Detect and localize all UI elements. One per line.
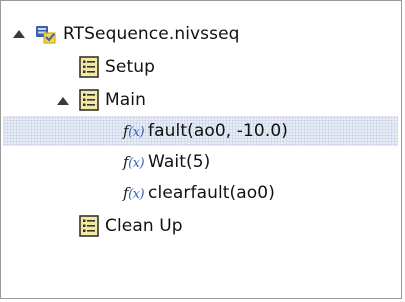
- tree-node-root-label: RTSequence.nivsseq: [63, 24, 240, 44]
- tree-node-step-label: Wait(5): [148, 152, 211, 172]
- tree-node-main[interactable]: Main: [79, 85, 146, 115]
- tree-node-main-label: Main: [105, 90, 146, 110]
- step-list-icon: [79, 56, 99, 78]
- function-icon: f(x): [123, 184, 145, 202]
- function-icon-x: (x): [128, 187, 145, 202]
- tree-node-setup[interactable]: Setup: [79, 52, 155, 82]
- tree-node-root[interactable]: RTSequence.nivsseq: [35, 19, 240, 49]
- sequence-file-icon: [35, 23, 57, 45]
- expander-main-arrow-icon[interactable]: [57, 97, 69, 105]
- tree-node-setup-label: Setup: [105, 57, 155, 77]
- function-icon-x: (x): [128, 125, 145, 140]
- step-list-icon: [79, 215, 99, 237]
- tree-node-step-label: fault(ao0, -10.0): [148, 121, 289, 141]
- expander-root-arrow-icon[interactable]: [13, 30, 25, 38]
- tree-node-cleanup-label: Clean Up: [105, 216, 183, 236]
- tree-node-step-label: clearfault(ao0): [148, 183, 275, 203]
- tree-node-step-fault[interactable]: f(x) fault(ao0, -10.0): [123, 116, 288, 146]
- tree-node-step-wait[interactable]: f(x) Wait(5): [123, 147, 210, 177]
- function-icon: f(x): [123, 122, 145, 140]
- tree-node-cleanup[interactable]: Clean Up: [79, 211, 183, 241]
- function-icon-x: (x): [128, 156, 145, 171]
- sequence-tree-panel: RTSequence.nivsseq Setup Main f(x) fault…: [0, 0, 402, 299]
- tree-node-step-clearfault[interactable]: f(x) clearfault(ao0): [123, 178, 275, 208]
- step-list-icon: [79, 89, 99, 111]
- function-icon: f(x): [123, 153, 145, 171]
